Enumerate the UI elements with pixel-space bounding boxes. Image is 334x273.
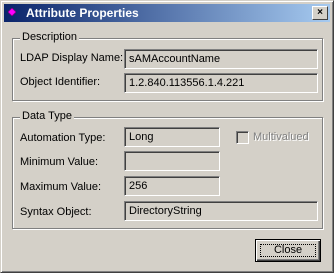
title-close-button[interactable]: × bbox=[312, 6, 328, 20]
diamond-icon bbox=[8, 8, 16, 16]
maximum-value-field[interactable]: 256 bbox=[124, 176, 220, 196]
close-button[interactable]: Close bbox=[255, 239, 321, 262]
title-bar[interactable]: Attribute Properties × bbox=[4, 4, 330, 22]
focus-rectangle bbox=[260, 244, 316, 257]
object-identifier-field[interactable]: 1.2.840.113556.1.4.221 bbox=[124, 73, 318, 93]
multivalued-label: Multivalued bbox=[253, 131, 309, 143]
ldap-display-name-field[interactable]: sAMAccountName bbox=[124, 49, 318, 69]
minimum-value-field[interactable] bbox=[124, 151, 220, 171]
minimum-value-label: Minimum Value: bbox=[20, 156, 99, 168]
object-identifier-label: Object Identifier: bbox=[20, 76, 101, 88]
syntax-object-label: Syntax Object: bbox=[20, 206, 92, 218]
attribute-properties-dialog: Attribute Properties × Description LDAP … bbox=[0, 0, 334, 273]
automation-type-field[interactable]: Long bbox=[124, 127, 220, 147]
multivalued-checkbox[interactable] bbox=[236, 131, 249, 144]
window-title: Attribute Properties bbox=[26, 6, 139, 20]
ldap-display-name-label: LDAP Display Name: bbox=[20, 52, 124, 64]
data-type-group-title: Data Type bbox=[20, 110, 74, 122]
close-icon: × bbox=[317, 7, 323, 18]
description-group-title: Description bbox=[20, 31, 80, 43]
automation-type-label: Automation Type: bbox=[20, 132, 106, 144]
syntax-object-field[interactable]: DirectoryString bbox=[124, 201, 318, 221]
maximum-value-label: Maximum Value: bbox=[20, 181, 102, 193]
